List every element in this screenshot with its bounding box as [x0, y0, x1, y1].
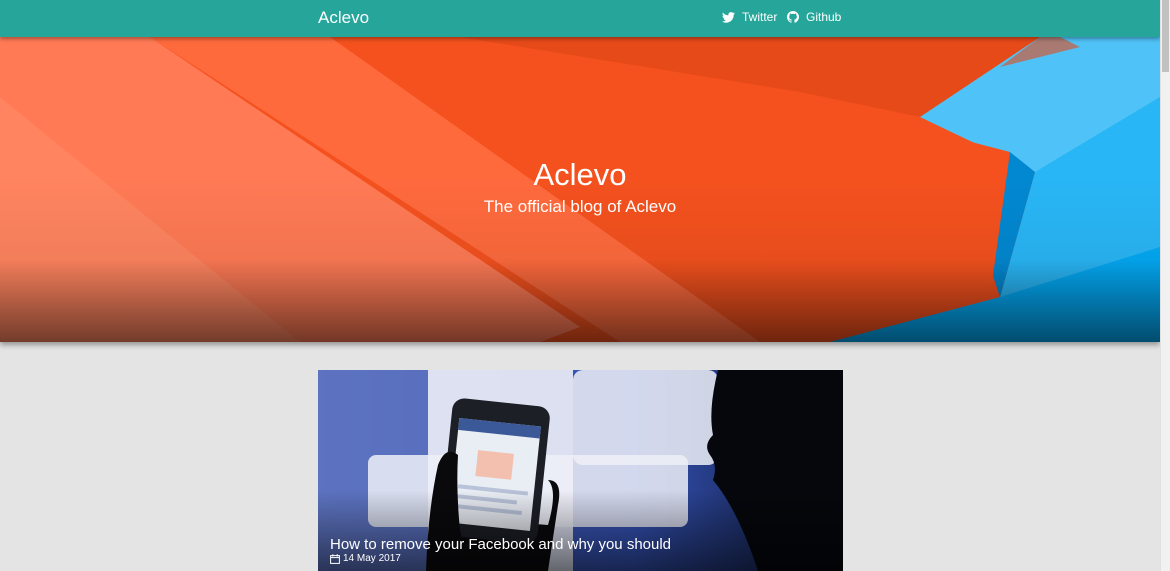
post-date: 14 May 2017 [330, 553, 401, 564]
page: Aclevo Twitter Github Aclevo The officia… [0, 0, 1160, 571]
nav-link-github-label: Github [806, 10, 842, 24]
page-scrollbar[interactable] [1160, 0, 1170, 571]
hero-banner: Aclevo The official blog of Aclevo [0, 37, 1160, 342]
post-date-text: 14 May 2017 [343, 553, 401, 564]
post-card[interactable]: How to remove your Facebook and why you … [318, 370, 843, 571]
twitter-icon [722, 11, 735, 23]
navbar: Aclevo Twitter Github [0, 0, 1160, 37]
calendar-icon [330, 553, 340, 564]
nav-link-twitter-label: Twitter [742, 10, 778, 24]
nav-link-twitter[interactable]: Twitter [722, 10, 777, 24]
hero-title: Aclevo [533, 157, 627, 192]
github-icon [787, 11, 799, 23]
nav-link-github[interactable]: Github [787, 10, 841, 24]
scrollbar-thumb[interactable] [1162, 0, 1169, 72]
hero-subtitle: The official blog of Aclevo [483, 197, 677, 216]
brand-link[interactable]: Aclevo [318, 8, 369, 28]
post-title-link[interactable]: How to remove your Facebook and why you … [330, 536, 671, 553]
